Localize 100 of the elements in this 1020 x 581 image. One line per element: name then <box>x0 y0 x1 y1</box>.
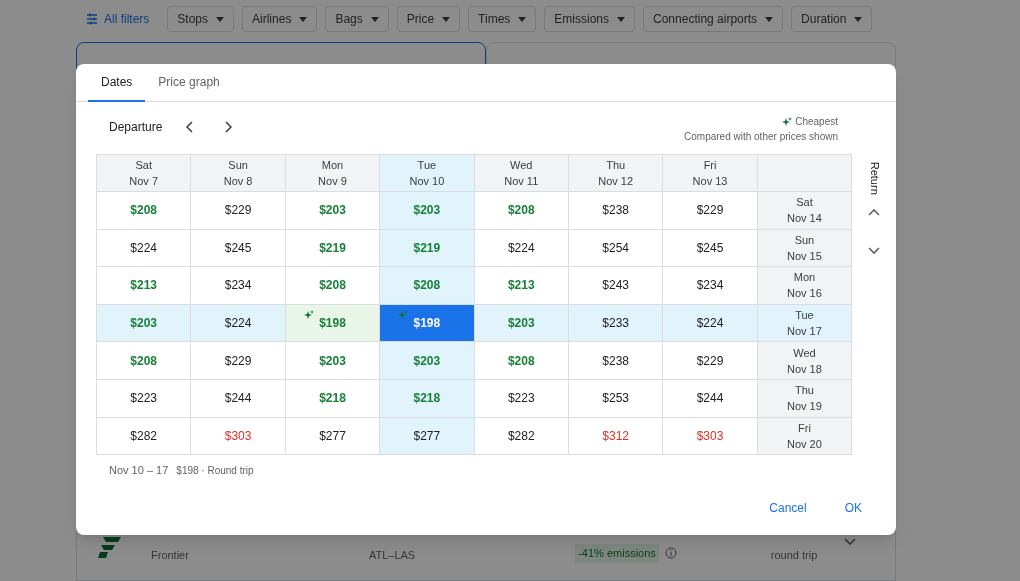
price-cell[interactable]: $203 <box>474 304 569 343</box>
price-cell[interactable]: $243 <box>568 267 664 305</box>
caret-icon <box>216 16 225 22</box>
caret-icon <box>442 16 451 22</box>
price-cell[interactable]: $244 <box>663 379 758 418</box>
price-cell[interactable]: $213 <box>474 267 569 305</box>
filter-chip[interactable]: Price <box>396 6 461 32</box>
price-cell[interactable]: $244 <box>191 379 286 418</box>
price-cell[interactable]: $208 <box>474 342 569 380</box>
emissions-badge: -41% emissions <box>575 544 659 563</box>
filter-chip[interactable]: Stops <box>167 6 235 32</box>
column-header[interactable]: Wed Nov 11 <box>474 155 569 192</box>
price-cell[interactable]: $198 <box>285 304 381 343</box>
chevron-down-icon[interactable] <box>843 537 858 547</box>
price-cell[interactable]: $224 <box>474 229 569 268</box>
caret-icon <box>370 16 379 22</box>
chevron-down-icon[interactable] <box>867 245 882 256</box>
filter-chip[interactable]: Bags <box>325 6 389 32</box>
price-cell[interactable]: $224 <box>97 229 192 268</box>
price-cell[interactable]: $224 <box>191 304 286 343</box>
row-header[interactable]: Sun Nov 15 <box>757 229 853 268</box>
selected-dates: Nov 10 – 17 <box>109 463 169 479</box>
price-cell[interactable]: $203 <box>380 342 475 380</box>
price-cell[interactable]: $224 <box>663 304 758 343</box>
ok-button[interactable]: OK <box>830 493 876 523</box>
price-cell[interactable]: $223 <box>97 379 192 418</box>
info-icon <box>664 547 677 559</box>
airline-name: Frontier <box>151 548 189 563</box>
caret-icon <box>299 16 308 22</box>
filter-chip[interactable]: Times <box>468 6 537 32</box>
column-header[interactable]: Thu Nov 12 <box>568 155 664 192</box>
price-cell[interactable]: $208 <box>380 267 475 305</box>
row-header[interactable]: Sat Nov 14 <box>757 192 853 230</box>
price-cell[interactable]: $203 <box>380 192 475 230</box>
price-cell[interactable]: $277 <box>380 417 475 456</box>
filter-chip[interactable]: Duration <box>791 6 873 32</box>
dialog-tab[interactable]: Dates <box>88 64 146 102</box>
price-cell[interactable]: $208 <box>97 342 192 380</box>
price-cell[interactable]: $312 <box>568 417 664 456</box>
selected-price: $198 · Round trip <box>176 464 254 479</box>
column-header[interactable]: Fri Nov 13 <box>663 155 758 192</box>
price-cell[interactable]: $203 <box>97 304 192 343</box>
price-cell[interactable]: $208 <box>97 192 192 230</box>
price-cell[interactable]: $253 <box>568 379 664 418</box>
price-cell[interactable]: $218 <box>285 379 381 418</box>
row-header[interactable]: Tue Nov 17 <box>757 304 853 343</box>
price-cell[interactable]: $213 <box>97 267 192 305</box>
price-cell[interactable]: $234 <box>663 267 758 305</box>
price-cell[interactable]: $233 <box>568 304 664 343</box>
price-cell[interactable]: $208 <box>474 192 569 230</box>
chevron-up-icon[interactable] <box>867 206 882 217</box>
price-cell[interactable]: $238 <box>568 192 664 230</box>
price-cell[interactable]: $223 <box>474 379 569 418</box>
column-header[interactable]: Tue Nov 10 <box>380 155 475 192</box>
caret-icon <box>765 16 774 22</box>
price-cell[interactable]: $254 <box>568 229 664 268</box>
price-cell[interactable]: $303 <box>191 417 286 456</box>
price-cell[interactable]: $282 <box>474 417 569 456</box>
next-icon[interactable] <box>222 120 235 134</box>
caret-icon <box>518 16 527 22</box>
price-cell[interactable]: $238 <box>568 342 664 380</box>
price-cell[interactable]: $245 <box>191 229 286 268</box>
price-cell[interactable]: $219 <box>285 229 381 268</box>
price-cell[interactable]: $198 <box>380 304 475 343</box>
price-cell[interactable]: $229 <box>663 342 758 380</box>
return-label: Return <box>867 161 882 195</box>
price-cell[interactable]: $229 <box>663 192 758 230</box>
row-header[interactable]: Fri Nov 20 <box>757 417 853 456</box>
legend-note: Compared with other prices shown <box>684 130 838 144</box>
caret-icon <box>617 16 625 22</box>
price-cell[interactable]: $208 <box>285 267 381 305</box>
price-cell[interactable]: $282 <box>97 417 192 456</box>
price-cell[interactable]: $303 <box>663 417 758 456</box>
row-header[interactable]: Mon Nov 16 <box>757 267 853 305</box>
row-header[interactable]: Wed Nov 18 <box>757 342 853 380</box>
price-cell[interactable]: $218 <box>380 379 475 418</box>
filter-sliders-icon <box>86 13 98 25</box>
departure-label: Departure <box>109 119 163 136</box>
price-cell[interactable]: $277 <box>285 417 381 456</box>
price-cell[interactable]: $229 <box>191 192 286 230</box>
sparkle-icon <box>782 116 793 127</box>
filter-chip[interactable]: Airlines <box>242 6 318 32</box>
column-header[interactable]: Sun Nov 8 <box>191 155 286 192</box>
cancel-button[interactable]: Cancel <box>755 493 821 523</box>
column-header[interactable]: Sat Nov 7 <box>97 155 192 192</box>
price-cell[interactable]: $203 <box>285 342 381 380</box>
price-cell[interactable]: $203 <box>285 192 381 230</box>
filter-chip[interactable]: Connecting airports <box>643 6 784 32</box>
price-cell[interactable]: $234 <box>191 267 286 305</box>
price-cell[interactable]: $219 <box>380 229 475 268</box>
route-text: ATL–LAS <box>368 548 416 563</box>
legend-label: Cheapest <box>795 115 838 129</box>
filter-chip[interactable]: Emissions <box>544 6 635 32</box>
column-header[interactable]: Mon Nov 9 <box>285 155 381 192</box>
price-cell[interactable]: $229 <box>191 342 286 380</box>
row-header[interactable]: Thu Nov 19 <box>757 379 853 418</box>
price-cell[interactable]: $245 <box>663 229 758 268</box>
airline-logo-icon <box>97 535 123 559</box>
dialog-tab[interactable]: Price graph <box>145 64 233 102</box>
caret-icon <box>854 16 863 22</box>
